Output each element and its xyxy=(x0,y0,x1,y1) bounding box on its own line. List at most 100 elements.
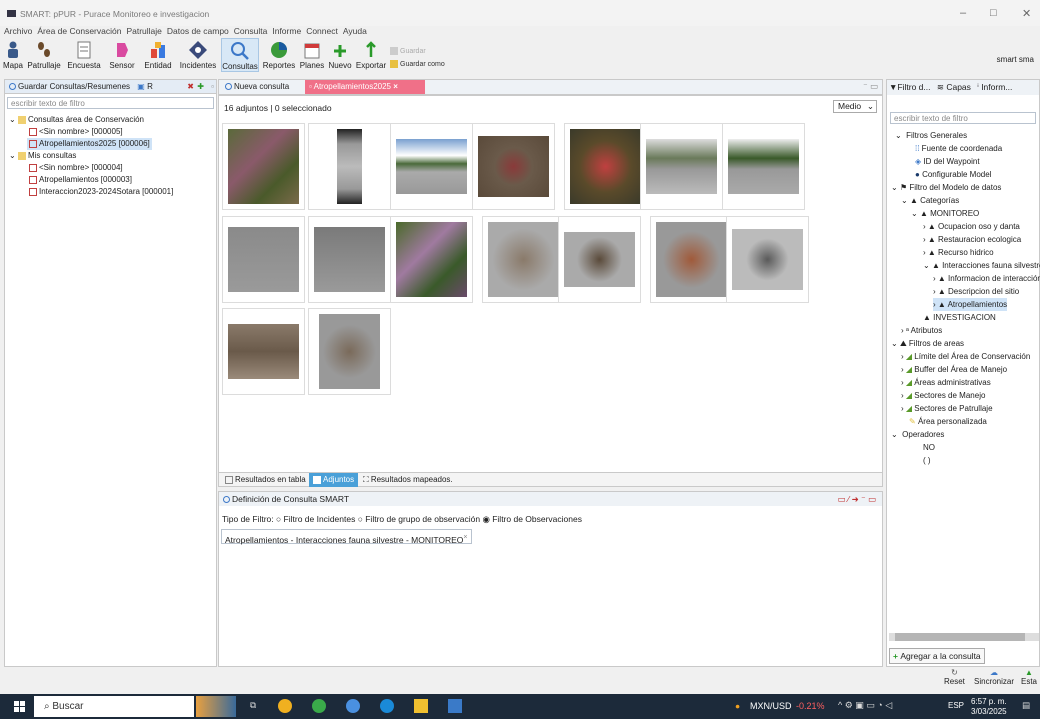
notification-icon[interactable]: ▤ xyxy=(1022,700,1030,711)
rtree-limite[interactable]: › ◢ Límite del Área de Conservación xyxy=(901,350,1030,363)
tree-item-atropellamientos2025[interactable]: Atropellamientos2025 [000006] xyxy=(27,138,152,150)
tree-folder-area[interactable]: ⌄ Consultas área de Conservación xyxy=(9,114,144,126)
tab-adjuntos[interactable]: Adjuntos xyxy=(309,473,359,487)
tab-resultados-tabla[interactable]: Resultados en tabla xyxy=(221,473,310,487)
menu-informe[interactable]: Informe xyxy=(272,26,301,36)
attachment-thumb-1[interactable] xyxy=(222,123,305,210)
menu-connect[interactable]: Connect xyxy=(306,26,338,36)
rtree-sectores-patrullaje[interactable]: › ◢ Sectores de Patrullaje xyxy=(901,402,993,415)
tree-folder-mis[interactable]: ⌄ Mis consultas xyxy=(9,150,76,162)
left-tab2-label[interactable]: R xyxy=(147,82,153,91)
tab-atropellamientos2025[interactable]: ▫ Atropellamientos2025 × xyxy=(305,80,425,94)
left-panel-tab[interactable]: Guardar Consultas/Resumenes ▣ R ✖ ✚ ▫ xyxy=(5,80,216,94)
rtree-recurso[interactable]: › ▲ Recurso hidrico xyxy=(923,246,994,259)
taskbar-search[interactable]: ⌕ Buscar xyxy=(34,696,194,717)
add-to-query-button[interactable]: + Agregar a la consulta xyxy=(889,648,985,664)
toolbar-guardar-como[interactable]: Guardar como xyxy=(390,60,445,68)
rtree-filtros-areas[interactable]: ⌄ ⛰ Filtros de areas xyxy=(891,337,964,350)
left-filter-input[interactable]: escribir texto de filtro xyxy=(7,97,214,109)
scrollbar-thumb[interactable] xyxy=(895,633,1025,641)
chip-close-icon[interactable]: × xyxy=(463,533,467,541)
attachment-thumb-12[interactable] xyxy=(558,216,641,303)
attachment-thumb-6[interactable] xyxy=(640,123,723,210)
menu-archivo[interactable]: Archivo xyxy=(4,26,32,36)
panel-actions-icon[interactable]: ▭ ⁄ ➜ ⁻ ▭ xyxy=(837,492,876,506)
attachment-thumb-9[interactable] xyxy=(308,216,391,303)
tray-icons[interactable]: ^ ⚙ ▣ ▭ ◔ ◁ xyxy=(838,700,892,711)
task-view-icon[interactable]: ⧉ xyxy=(250,700,256,711)
toolbar-exportar[interactable]: Exportar xyxy=(354,38,388,72)
toolbar-incidentes[interactable]: Incidentes xyxy=(176,38,220,72)
maximize-button[interactable]: □ xyxy=(990,7,997,19)
rtree-parentesis[interactable]: ( ) xyxy=(923,454,931,467)
clock-time[interactable]: 6:57 p. m. xyxy=(971,697,1007,706)
rtree-modelo[interactable]: ⌄ ⚑ Filtro del Modelo de datos xyxy=(891,181,1001,194)
rtree-area-personalizada[interactable]: ✎ Área personalizada xyxy=(909,415,987,428)
rtree-restauracion[interactable]: › ▲ Restauracion ecologica xyxy=(923,233,1021,246)
ticker-label[interactable]: MXN/USD xyxy=(750,701,792,711)
toolbar-entidad[interactable]: Entidad xyxy=(140,38,176,72)
menu-ayuda[interactable]: Ayuda xyxy=(343,26,367,36)
minimize-button[interactable]: – xyxy=(960,7,966,19)
windows-start-icon[interactable] xyxy=(14,701,25,712)
rtree-id-waypoint[interactable]: ◈ ID del Waypoint xyxy=(915,155,980,168)
menu-consulta[interactable]: Consulta xyxy=(234,26,268,36)
tree-item-atropellamientos[interactable]: Atropellamientos [000003] xyxy=(29,174,132,186)
toolbar-mapa[interactable]: Mapa xyxy=(2,38,24,72)
radio-grupo[interactable]: ○ Filtro de grupo de observación xyxy=(358,514,480,524)
rtree-filtros-generales[interactable]: ⌄ Filtros Generales xyxy=(895,129,967,142)
language-indicator[interactable]: ESP xyxy=(948,701,964,710)
rtree-sectores-manejo[interactable]: › ◢ Sectores de Manejo xyxy=(901,389,985,402)
add-icon[interactable]: ✚ xyxy=(197,80,204,94)
tree-item-sin-nombre-5[interactable]: <Sin nombre> [000005] xyxy=(29,126,123,138)
smart-app-icon[interactable] xyxy=(448,699,462,713)
rtree-operadores[interactable]: ⌄ Operadores xyxy=(891,428,944,441)
tree-item-interaccion[interactable]: Interaccion2023-2024Sotara [000001] xyxy=(29,186,173,198)
menu-datos[interactable]: Datos de campo xyxy=(167,26,229,36)
rtree-investigacion[interactable]: ▲ INVESTIGACION xyxy=(923,311,996,324)
rtree-monitoreo[interactable]: ⌄ ▲ MONITOREO xyxy=(911,207,979,220)
rtree-areas-admin[interactable]: › ◢ Áreas administrativas xyxy=(901,376,991,389)
bird-widget-icon[interactable] xyxy=(196,696,236,717)
rtree-categorias[interactable]: ⌄ ▲ Categorías xyxy=(901,194,959,207)
attachment-thumb-11[interactable] xyxy=(482,216,565,303)
right-filter-input[interactable]: escribir texto de filtro xyxy=(890,112,1036,124)
attachment-thumb-8[interactable] xyxy=(222,216,305,303)
file-explorer-icon[interactable] xyxy=(414,699,428,713)
rtree-buffer[interactable]: › ◢ Buffer del Área de Manejo xyxy=(901,363,1007,376)
attachment-thumb-5[interactable] xyxy=(564,123,647,210)
app-icon[interactable] xyxy=(346,699,360,713)
panel-menu-icon[interactable]: ▫ xyxy=(211,80,214,94)
reset-button[interactable]: ↻ Reset xyxy=(944,668,965,686)
attachment-thumb-2[interactable] xyxy=(308,123,391,210)
toolbar-planes[interactable]: Planes xyxy=(299,38,325,72)
rtree-no[interactable]: NO xyxy=(923,441,935,454)
rtree-atributos[interactable]: › ᵃ Atributos xyxy=(901,324,942,337)
tab-resultados-mapeados[interactable]: ⛶ Resultados mapeados. xyxy=(359,473,457,487)
size-select[interactable]: Medio ⌄ xyxy=(833,100,877,113)
rtree-fuente[interactable]: ⁞⁞ Fuente de coordenada xyxy=(915,142,1002,155)
maximize-editor-icon[interactable]: ⁻ ▭ xyxy=(863,81,878,92)
attachment-thumb-4[interactable] xyxy=(472,123,555,210)
menu-patrullaje[interactable]: Patrullaje xyxy=(126,26,161,36)
rtree-configurable[interactable]: ● Configurable Model xyxy=(915,168,991,181)
toolbar-sensor[interactable]: Sensor xyxy=(104,38,140,72)
attachment-thumb-15[interactable] xyxy=(222,308,305,395)
tree-item-sin-nombre-4[interactable]: <Sin nombre> [000004] xyxy=(29,162,123,174)
tab-nueva-consulta[interactable]: Nueva consulta xyxy=(221,80,293,94)
toolbar-reportes[interactable]: Reportes xyxy=(259,38,299,72)
sync-button[interactable]: ☁ Sincronizar xyxy=(974,668,1014,686)
rtree-interacciones[interactable]: ⌄ ▲ Interacciones fauna silvestre xyxy=(923,259,1040,272)
close-tab-icon[interactable]: × xyxy=(393,82,398,91)
attachment-thumb-3[interactable] xyxy=(390,123,473,210)
tab-inform[interactable]: ⁱ Inform... xyxy=(977,82,1012,92)
reports-tab-icon[interactable]: ▣ xyxy=(137,82,145,91)
rtree-informacion[interactable]: › ▲ Informacion de interacción xyxy=(933,272,1040,285)
filter-chip[interactable]: Atropellamientos - Interacciones fauna s… xyxy=(221,529,472,545)
tab-filtro[interactable]: ▼Filtro d... xyxy=(889,82,930,92)
toolbar-patrullaje[interactable]: Patrullaje xyxy=(24,38,64,72)
edge-icon[interactable] xyxy=(380,699,394,713)
toolbar-nuevo[interactable]: Nuevo xyxy=(326,38,354,72)
horizontal-scrollbar[interactable] xyxy=(889,633,1039,641)
whatsapp-icon[interactable] xyxy=(312,699,326,713)
